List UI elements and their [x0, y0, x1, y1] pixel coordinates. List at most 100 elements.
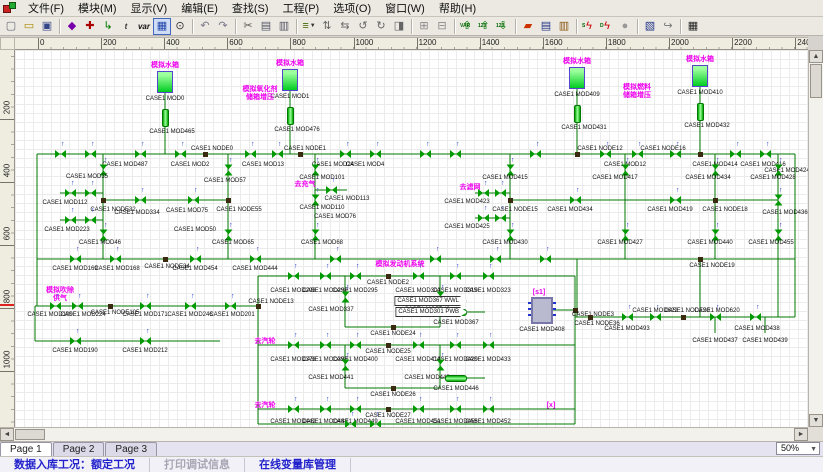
open-file-button[interactable]: ▭	[20, 18, 38, 35]
paste-button[interactable]: ▥	[275, 18, 293, 35]
node-junction[interactable]	[588, 315, 593, 320]
node-junction[interactable]	[163, 257, 168, 262]
valve-symbol[interactable]	[250, 255, 261, 263]
valve-symbol[interactable]	[326, 186, 337, 194]
valve-symbol[interactable]	[420, 150, 431, 158]
tank-component[interactable]	[569, 67, 585, 89]
save-file-button[interactable]: ▣	[38, 18, 56, 35]
valve-symbol[interactable]	[225, 165, 233, 176]
valve-symbol[interactable]	[225, 302, 236, 310]
run-static-button[interactable]: ϟS	[580, 18, 598, 35]
animation-button[interactable]: ▦	[684, 18, 702, 35]
valve-symbol[interactable]	[450, 272, 461, 280]
tank-component[interactable]	[692, 65, 708, 87]
node-junction[interactable]	[698, 152, 703, 157]
filter-component[interactable]	[697, 103, 704, 121]
copy-button[interactable]: ▤	[257, 18, 275, 35]
menu-item-5[interactable]: 查找(S)	[225, 0, 276, 17]
valve-symbol[interactable]	[495, 189, 506, 197]
valve-symbol[interactable]	[340, 150, 351, 158]
node-junction[interactable]	[391, 386, 396, 391]
signal-tag[interactable]: CASE1 MOD367 WWL	[394, 296, 467, 306]
valve-symbol[interactable]	[430, 255, 441, 263]
valve-symbol[interactable]	[188, 196, 199, 204]
valve-symbol[interactable]	[413, 405, 424, 413]
valve-symbol[interactable]	[288, 405, 299, 413]
valve-symbol[interactable]	[85, 189, 96, 197]
new-file-button[interactable]: ▢	[2, 18, 20, 35]
valve-symbol[interactable]	[450, 341, 461, 349]
valve-symbol[interactable]	[320, 405, 331, 413]
database-in-button[interactable]: ▤	[537, 18, 555, 35]
valve-symbol[interactable]	[370, 150, 381, 158]
rotate-right-button[interactable]: ↻	[372, 18, 390, 35]
horizontal-scroll-thumb[interactable]	[15, 429, 45, 440]
node-junction[interactable]	[681, 315, 686, 320]
valve-symbol[interactable]	[50, 302, 61, 310]
filter-component[interactable]	[574, 105, 581, 123]
valve-symbol[interactable]	[483, 341, 494, 349]
lock-button[interactable]: ⊙	[171, 18, 189, 35]
add-breakpoint-button[interactable]: ✚	[81, 18, 99, 35]
add-text-button[interactable]: t	[117, 18, 135, 35]
add-connection-button[interactable]: ↳	[99, 18, 117, 35]
pump-component[interactable]	[445, 375, 467, 382]
grid-select-button[interactable]: ▦	[153, 18, 171, 35]
menu-item-4[interactable]: 编辑(E)	[174, 0, 225, 17]
valve-symbol[interactable]	[495, 214, 506, 222]
import-var-button[interactable]: ⇧VAR	[458, 18, 476, 35]
valve-symbol[interactable]	[622, 165, 630, 176]
status-item-1[interactable]: 数据入库工况：额定工况	[0, 458, 150, 472]
tab-page-2[interactable]: Page 2	[53, 442, 105, 456]
vertical-scrollbar[interactable]: ▲ ▼	[808, 50, 823, 427]
valve-symbol[interactable]	[570, 196, 581, 204]
cut-button[interactable]: ✂	[239, 18, 257, 35]
valve-symbol[interactable]	[750, 313, 761, 321]
valve-symbol[interactable]	[312, 165, 320, 176]
valve-symbol[interactable]	[350, 341, 361, 349]
valve-symbol[interactable]	[413, 341, 424, 349]
valve-symbol[interactable]	[245, 150, 256, 158]
valve-symbol[interactable]	[288, 272, 299, 280]
valve-symbol[interactable]	[540, 255, 551, 263]
node-junction[interactable]	[386, 407, 391, 412]
valve-symbol[interactable]	[85, 150, 96, 158]
valve-symbol[interactable]	[342, 360, 350, 371]
menu-item-1[interactable]: 文件(F)	[21, 0, 71, 17]
node-junction[interactable]	[226, 198, 231, 203]
valve-symbol[interactable]	[450, 150, 461, 158]
align-button[interactable]: ≡▼	[300, 18, 318, 35]
tank-component[interactable]	[157, 71, 173, 93]
valve-symbol[interactable]	[760, 150, 771, 158]
node-junction[interactable]	[391, 325, 396, 330]
tab-page-1[interactable]: Page 1	[0, 442, 52, 456]
valve-symbol[interactable]	[670, 196, 681, 204]
valve-symbol[interactable]	[413, 272, 424, 280]
horizontal-scrollbar[interactable]: ◄ ►	[0, 427, 808, 441]
node-junction[interactable]	[508, 198, 513, 203]
valve-symbol[interactable]	[135, 150, 146, 158]
menu-item-2[interactable]: 模块(M)	[71, 0, 124, 17]
scroll-right-button[interactable]: ►	[794, 428, 808, 441]
filter-component[interactable]	[162, 109, 169, 127]
valve-symbol[interactable]	[288, 341, 299, 349]
valve-symbol[interactable]	[622, 230, 630, 241]
vertical-scroll-thumb[interactable]	[810, 64, 822, 98]
valve-symbol[interactable]	[730, 150, 741, 158]
group-button[interactable]: ⊞	[415, 18, 433, 35]
tank-component[interactable]	[282, 69, 298, 91]
zoom-select[interactable]: 50% ▼	[776, 442, 820, 455]
valve-symbol[interactable]	[140, 302, 151, 310]
valve-symbol[interactable]	[712, 165, 720, 176]
valve-symbol[interactable]	[483, 272, 494, 280]
valve-symbol[interactable]	[70, 255, 81, 263]
valve-symbol[interactable]	[507, 230, 515, 241]
valve-symbol[interactable]	[320, 341, 331, 349]
status-item-3[interactable]: 在线变量库管理	[245, 458, 351, 472]
valve-symbol[interactable]	[478, 214, 489, 222]
valve-symbol[interactable]	[65, 189, 76, 197]
redo-button[interactable]: ↷	[214, 18, 232, 35]
valve-symbol[interactable]	[345, 420, 356, 427]
import-values-button[interactable]: ⇧123	[476, 18, 494, 35]
project-build-button[interactable]: ▰	[519, 18, 537, 35]
